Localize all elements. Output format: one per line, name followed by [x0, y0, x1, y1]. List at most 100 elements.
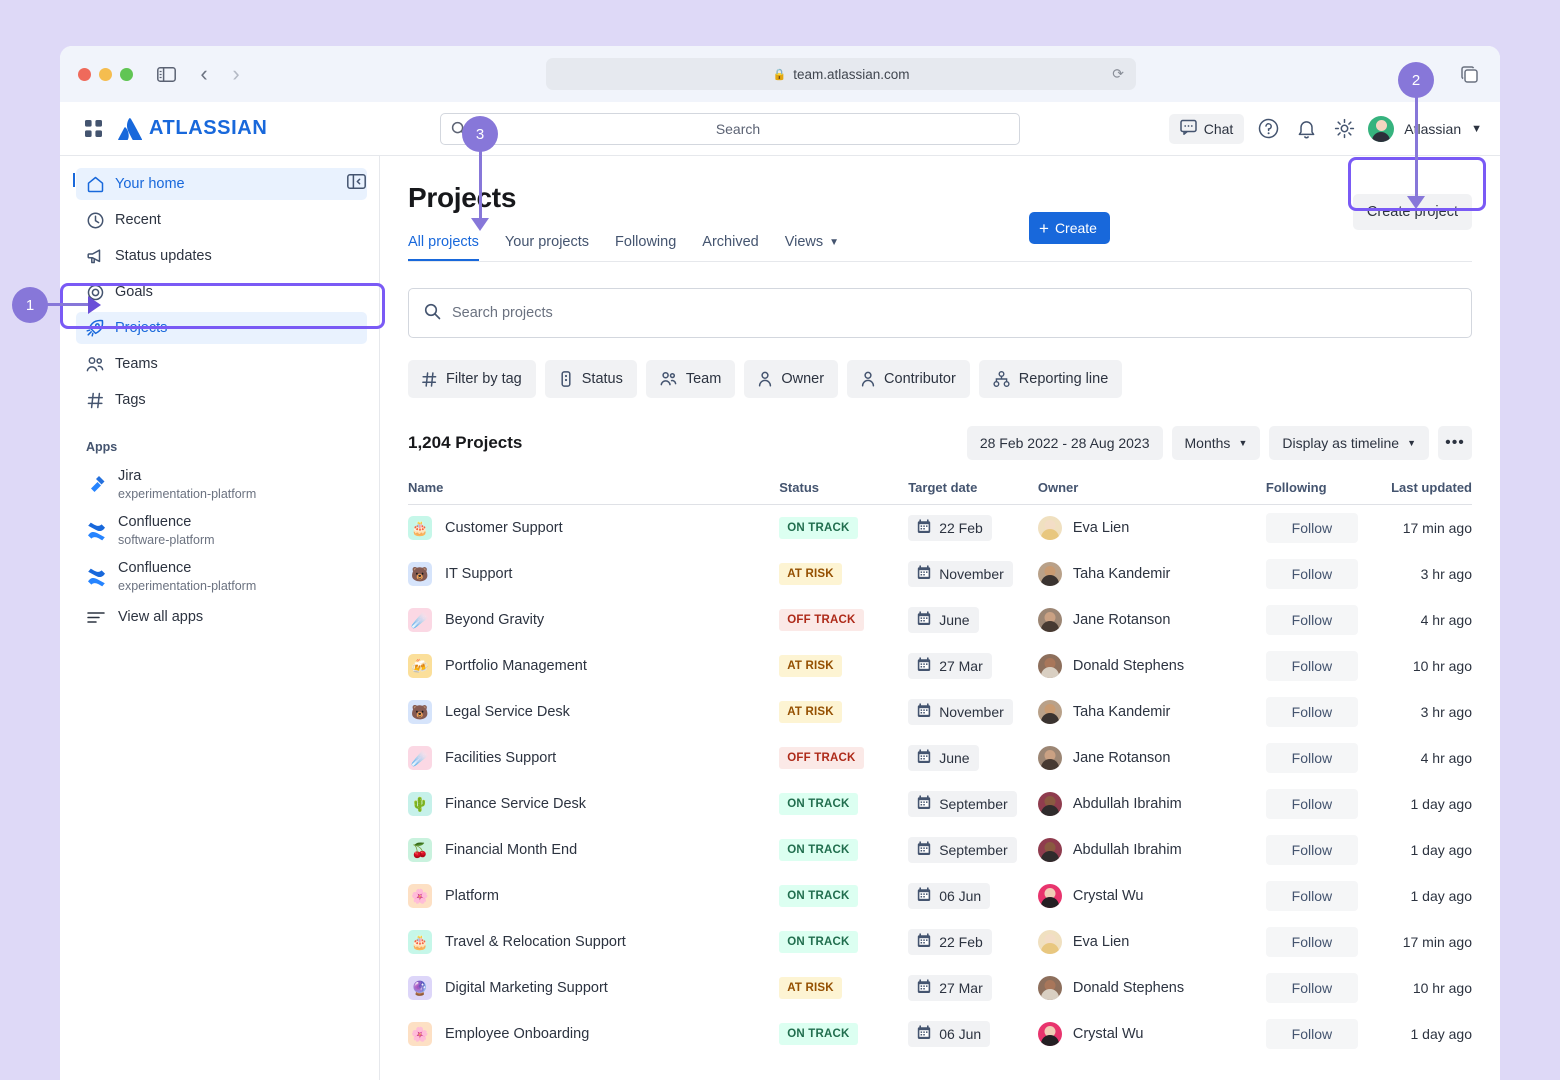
table-row[interactable]: 🌸 Platform ON TRACK 06 Jun Crystal Wu Follow 1…: [408, 873, 1472, 919]
back-chevron-icon[interactable]: ‹: [191, 61, 217, 87]
follow-button[interactable]: Follow: [1265, 559, 1358, 589]
table-row[interactable]: 🌵 Finance Service Desk ON TRACK September Ab…: [408, 781, 1472, 827]
target-date-pill[interactable]: June: [908, 745, 979, 771]
table-row[interactable]: 🎂 Customer Support ON TRACK 22 Feb Eva Lien F…: [408, 505, 1472, 552]
app-item-confluence-software[interactable]: Confluence software-platform: [60, 508, 367, 554]
filter-chip-team[interactable]: Team: [645, 360, 736, 398]
table-row[interactable]: 🍒 Financial Month End ON TRACK September Abd…: [408, 827, 1472, 873]
sidebar-toggle-icon[interactable]: [153, 61, 179, 87]
follow-button[interactable]: Follow: [1265, 697, 1358, 727]
tab-overview-icon[interactable]: [1456, 61, 1482, 87]
bell-icon[interactable]: [1292, 115, 1320, 143]
follow-button[interactable]: Follow: [1265, 927, 1358, 957]
target-date-pill[interactable]: November: [908, 561, 1013, 587]
table-row[interactable]: 🔮 Digital Marketing Support AT RISK 27 Mar D…: [408, 965, 1472, 1011]
app-item-confluence-experimentation[interactable]: Confluence experimentation-platform: [60, 554, 367, 600]
filter-chip-owner[interactable]: Owner: [744, 360, 839, 398]
atlassian-logo[interactable]: ATLASSIAN: [118, 117, 267, 140]
target-date-pill[interactable]: 06 Jun: [908, 883, 991, 909]
project-name[interactable]: Customer Support: [445, 520, 563, 536]
target-date-pill[interactable]: 27 Mar: [908, 653, 992, 679]
table-row[interactable]: ☄️ Beyond Gravity OFF TRACK June Jane Rotans…: [408, 597, 1472, 643]
filter-chip-reporting-line[interactable]: Reporting line: [978, 360, 1123, 398]
maximize-window-button[interactable]: [120, 67, 133, 81]
help-circle-icon[interactable]: [1254, 115, 1282, 143]
tab-all-projects[interactable]: All projects: [408, 234, 479, 261]
annotation-number: 3: [462, 116, 498, 152]
chevron-down-icon[interactable]: ▼: [1471, 123, 1482, 135]
more-options-button[interactable]: •••: [1438, 426, 1472, 460]
forward-chevron-icon[interactable]: ›: [223, 61, 249, 87]
follow-button[interactable]: Follow: [1265, 789, 1358, 819]
app-switcher-icon[interactable]: [80, 116, 106, 142]
collapse-sidebar-icon[interactable]: [345, 170, 367, 192]
filter-chip-status[interactable]: Status: [544, 360, 637, 398]
project-name[interactable]: Legal Service Desk: [445, 704, 570, 720]
project-name[interactable]: Finance Service Desk: [445, 796, 586, 812]
global-search-input[interactable]: Search: [440, 113, 1020, 145]
display-mode-select[interactable]: Display as timeline ▼: [1269, 426, 1429, 460]
table-row[interactable]: 🎂 Travel & Relocation Support ON TRACK 22 F…: [408, 919, 1472, 965]
avatar[interactable]: [1368, 115, 1395, 142]
follow-button[interactable]: Follow: [1265, 605, 1358, 635]
project-name[interactable]: IT Support: [445, 566, 512, 582]
target-date-pill[interactable]: September: [908, 791, 1017, 817]
follow-button[interactable]: Follow: [1265, 835, 1358, 865]
target-date-pill[interactable]: June: [908, 607, 979, 633]
target-date-pill[interactable]: November: [908, 699, 1013, 725]
date-range-control[interactable]: 28 Feb 2022 - 28 Aug 2023: [966, 426, 1163, 460]
sidebar-item-recent[interactable]: Recent: [76, 204, 367, 236]
table-row[interactable]: ☄️ Facilities Support OFF TRACK June Jane Ro…: [408, 735, 1472, 781]
project-name[interactable]: Facilities Support: [445, 750, 556, 766]
filter-chip-tag[interactable]: Filter by tag: [408, 360, 536, 398]
close-window-button[interactable]: [78, 67, 91, 81]
reload-icon[interactable]: ⟳: [1112, 66, 1124, 83]
column-header-following[interactable]: Following: [1265, 480, 1378, 505]
url-bar[interactable]: 🔒 team.atlassian.com ⟳: [546, 58, 1136, 90]
project-name[interactable]: Financial Month End: [445, 842, 577, 858]
project-name[interactable]: Employee Onboarding: [445, 1026, 589, 1042]
project-name[interactable]: Digital Marketing Support: [445, 980, 608, 996]
view-all-apps-link[interactable]: View all apps: [60, 600, 367, 634]
granularity-select[interactable]: Months ▼: [1171, 426, 1261, 460]
gear-icon[interactable]: [1330, 115, 1358, 143]
tab-views[interactable]: Views ▼: [785, 234, 839, 261]
tab-your-projects[interactable]: Your projects: [505, 234, 589, 261]
window-traffic-lights[interactable]: [78, 67, 133, 81]
table-row[interactable]: 🐻 Legal Service Desk AT RISK November Taha K…: [408, 689, 1472, 735]
sidebar-item-your-home[interactable]: Your home: [76, 168, 367, 200]
sidebar-item-tags[interactable]: Tags: [76, 384, 367, 416]
column-header-target-date[interactable]: Target date: [908, 480, 1038, 505]
filter-chip-contributor[interactable]: Contributor: [847, 360, 970, 398]
follow-button[interactable]: Follow: [1265, 651, 1358, 681]
target-date-pill[interactable]: 22 Feb: [908, 515, 992, 541]
project-name[interactable]: Travel & Relocation Support: [445, 934, 626, 950]
target-date-pill[interactable]: September: [908, 837, 1017, 863]
target-date-pill[interactable]: 22 Feb: [908, 929, 992, 955]
table-row[interactable]: 🍻 Portfolio Management AT RISK 27 Mar Donald…: [408, 643, 1472, 689]
follow-button[interactable]: Follow: [1265, 973, 1358, 1003]
table-row[interactable]: 🐻 IT Support AT RISK November Taha Kandemir F…: [408, 551, 1472, 597]
tab-archived[interactable]: Archived: [702, 234, 758, 261]
chat-button[interactable]: Chat: [1168, 113, 1245, 144]
follow-button[interactable]: Follow: [1265, 513, 1358, 543]
project-name[interactable]: Platform: [445, 888, 499, 904]
follow-button[interactable]: Follow: [1265, 1019, 1358, 1049]
target-date-pill[interactable]: 27 Mar: [908, 975, 992, 1001]
app-item-jira[interactable]: Jira experimentation-platform: [60, 462, 367, 508]
sidebar-item-status-updates[interactable]: Status updates: [76, 240, 367, 272]
table-row[interactable]: 🌸 Employee Onboarding ON TRACK 06 Jun Crysta…: [408, 1011, 1472, 1057]
sidebar-item-teams[interactable]: Teams: [76, 348, 367, 380]
follow-button[interactable]: Follow: [1265, 881, 1358, 911]
column-header-status[interactable]: Status: [779, 480, 909, 505]
follow-button[interactable]: Follow: [1265, 743, 1358, 773]
column-header-last-updated[interactable]: Last updated: [1377, 480, 1472, 505]
column-header-name[interactable]: Name: [408, 480, 780, 505]
project-name[interactable]: Portfolio Management: [445, 658, 587, 674]
column-header-owner[interactable]: Owner: [1037, 480, 1266, 505]
search-projects-input[interactable]: Search projects: [408, 288, 1472, 338]
project-name[interactable]: Beyond Gravity: [445, 612, 544, 628]
target-date-pill[interactable]: 06 Jun: [908, 1021, 991, 1047]
minimize-window-button[interactable]: [99, 67, 112, 81]
tab-following[interactable]: Following: [615, 234, 676, 261]
